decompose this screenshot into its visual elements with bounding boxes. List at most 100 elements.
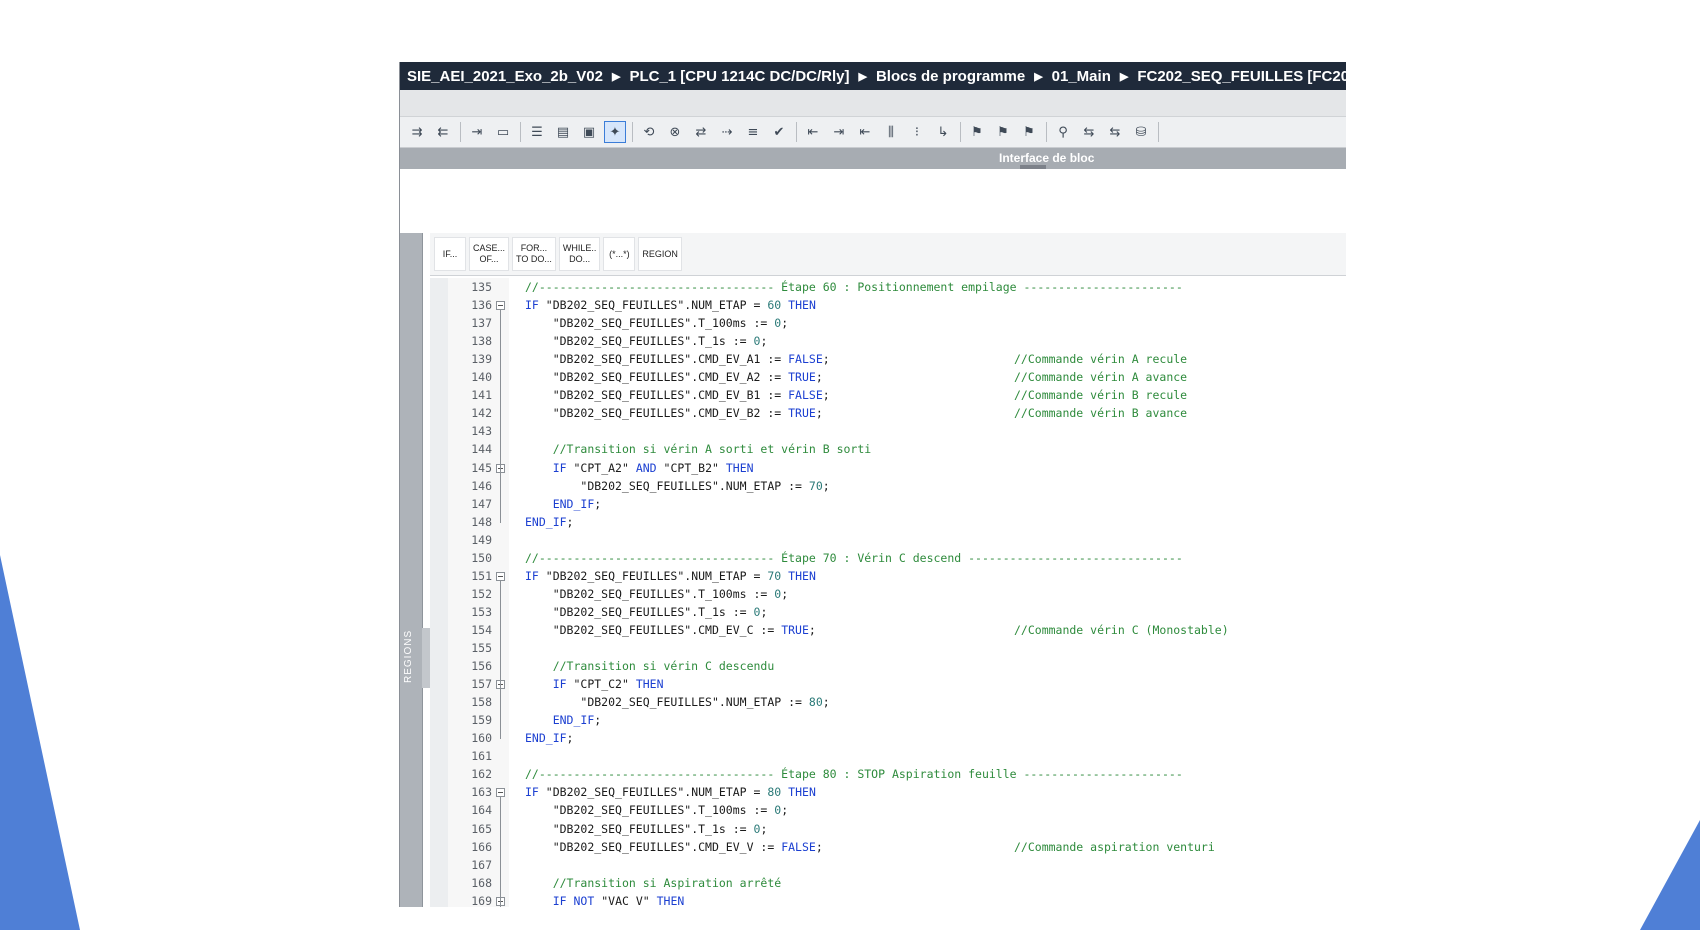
code-line[interactable]: 139 "DB202_SEQ_FEUILLES".CMD_EV_A1 := FA…	[430, 351, 1346, 369]
line-number: 155	[471, 641, 492, 655]
code-text: "DB202_SEQ_FEUILLES".T_1s := 0;	[552, 604, 768, 619]
code-text: END_IF;	[525, 731, 574, 746]
code-line[interactable]: 164 "DB202_SEQ_FEUILLES".T_100ms := 0;	[430, 802, 1346, 820]
scl-code-editor[interactable]: 135 //---------------------------------- …	[430, 278, 1346, 907]
fold-toggle-icon[interactable]	[496, 571, 505, 581]
bookmark-prev-icon[interactable]: ⚑	[992, 121, 1014, 143]
code-line[interactable]: 156 //Transition si vérin C descendu	[430, 658, 1346, 676]
indent-increase-icon[interactable]: ⇥	[828, 121, 850, 143]
breadcrumb: SIE_AEI_2021_Exo_2b_V02 ▶ PLC_1 [CPU 1214C…	[400, 62, 1346, 90]
bookmark-icon[interactable]: ⚑	[966, 121, 988, 143]
line-icon[interactable]: ⁝	[906, 121, 928, 143]
block-interface-bar[interactable]: Interface de bloc	[400, 148, 1346, 169]
code-line[interactable]: 152 "DB202_SEQ_FEUILLES".T_100ms := 0;	[430, 586, 1346, 604]
code-text: "DB202_SEQ_FEUILLES".NUM_ETAP := 80;	[580, 695, 830, 710]
favorites-icon[interactable]: ✦	[604, 121, 626, 143]
code-line[interactable]: 142 "DB202_SEQ_FEUILLES".CMD_EV_B2 := TR…	[430, 405, 1346, 423]
indent-left-icon[interactable]: ⇤	[802, 121, 824, 143]
column-icon[interactable]: ⫼	[880, 121, 902, 143]
code-line[interactable]: 135 //---------------------------------- …	[430, 279, 1346, 297]
code-line[interactable]: 137 "DB202_SEQ_FEUILLES".T_100ms := 0;	[430, 315, 1346, 333]
code-text: IF NOT "VAC_V" THEN	[552, 893, 685, 907]
trace-icon[interactable]: ≡	[742, 121, 764, 143]
code-line[interactable]: 163 IF "DB202_SEQ_FEUILLES".NUM_ETAP = 80…	[430, 784, 1346, 802]
fold-toggle-icon[interactable]	[496, 788, 505, 798]
breakpoint-set-icon[interactable]: ⟲	[638, 121, 660, 143]
indent-decrease-icon[interactable]: ⇤	[854, 121, 876, 143]
code-line[interactable]: 147 END_IF;	[430, 496, 1346, 514]
code-line[interactable]: 153 "DB202_SEQ_FEUILLES".T_1s := 0;	[430, 604, 1346, 622]
line-number: 168	[471, 875, 492, 890]
fold-guide-line	[500, 797, 501, 907]
code-line[interactable]: 143	[430, 423, 1346, 441]
code-line[interactable]: 140 "DB202_SEQ_FEUILLES".CMD_EV_A2 := TR…	[430, 369, 1346, 387]
interface-splitter-handle[interactable]	[1020, 165, 1046, 169]
fold-toggle-icon[interactable]	[496, 301, 505, 311]
snippet-button[interactable]: WHILE.. DO...	[558, 237, 601, 271]
code-line[interactable]: 167	[430, 857, 1346, 875]
code-text: IF "CPT_A2" AND "CPT_B2" THEN	[552, 460, 754, 475]
code-line[interactable]: 166 "DB202_SEQ_FEUILLES".CMD_EV_V := FAL…	[430, 839, 1346, 857]
snippet-button[interactable]: REGION	[638, 237, 682, 271]
code-line[interactable]: 161	[430, 748, 1346, 766]
code-line[interactable]: 136 IF "DB202_SEQ_FEUILLES".NUM_ETAP = 60…	[430, 297, 1346, 315]
code-line[interactable]: 169 IF NOT "VAC_V" THEN	[430, 893, 1346, 907]
delete-network-icon[interactable]: ⇇	[432, 121, 454, 143]
breakpoint-delete-icon[interactable]: ⊗	[664, 121, 686, 143]
breadcrumb-item[interactable]: PLC_1 [CPU 1214C DC/DC/Rly]	[629, 68, 849, 85]
database-icon[interactable]: ⛁	[1130, 121, 1152, 143]
code-line[interactable]: 141 "DB202_SEQ_FEUILLES".CMD_EV_B1 := FA…	[430, 387, 1346, 405]
monitor-icon[interactable]: ▣	[578, 121, 600, 143]
code-text: END_IF;	[552, 496, 602, 511]
code-line[interactable]: 160 END_IF;	[430, 730, 1346, 748]
code-text: "DB202_SEQ_FEUILLES".CMD_EV_V := FALSE;	[552, 839, 823, 854]
regions-panel[interactable]: REGIONS	[400, 233, 423, 907]
code-line[interactable]: 148 END_IF;	[430, 514, 1346, 532]
insert-empty-row-icon[interactable]: ▭	[492, 121, 514, 143]
code-line[interactable]: 162 //---------------------------------- …	[430, 766, 1346, 784]
compare-next-icon[interactable]: ⇆	[1104, 121, 1126, 143]
code-line[interactable]: 138 "DB202_SEQ_FEUILLES".T_1s := 0;	[430, 333, 1346, 351]
code-line[interactable]: 165 "DB202_SEQ_FEUILLES".T_1s := 0;	[430, 821, 1346, 839]
compare-icon[interactable]: ⇆	[1078, 121, 1100, 143]
line-number: 151	[471, 568, 492, 583]
code-line[interactable]: 154 "DB202_SEQ_FEUILLES".CMD_EV_C := TRU…	[430, 622, 1346, 640]
breadcrumb-item[interactable]: FC202_SEQ_FEUILLES [FC202]	[1137, 68, 1346, 85]
regions-collapse-handle[interactable]	[422, 628, 430, 688]
code-line[interactable]: 155	[430, 640, 1346, 658]
insert-row-icon[interactable]: ⇥	[466, 121, 488, 143]
bookmark-next-icon[interactable]: ⚑	[1018, 121, 1040, 143]
code-line[interactable]: 149	[430, 532, 1346, 550]
go-to-icon[interactable]: ⇄	[690, 121, 712, 143]
code-line[interactable]: 150 //---------------------------------- …	[430, 550, 1346, 568]
code-text: "DB202_SEQ_FEUILLES".T_1s := 0;	[552, 334, 768, 349]
line-comment: //Commande vérin A avance	[1014, 370, 1188, 385]
breadcrumb-item[interactable]: SIE_AEI_2021_Exo_2b_V02	[407, 68, 603, 85]
snippet-button[interactable]: IF...	[434, 237, 466, 271]
code-line[interactable]: 151 IF "DB202_SEQ_FEUILLES".NUM_ETAP = 70…	[430, 568, 1346, 586]
breadcrumb-item[interactable]: Blocs de programme	[876, 68, 1025, 85]
breadcrumb-item[interactable]: 01_Main	[1052, 68, 1111, 85]
insert-network-icon[interactable]: ⇉	[406, 121, 428, 143]
code-line[interactable]: 157 IF "CPT_C2" THEN	[430, 676, 1346, 694]
code-line[interactable]: 159 END_IF;	[430, 712, 1346, 730]
wrap-icon[interactable]: ↳	[932, 121, 954, 143]
line-number: 164	[471, 803, 492, 818]
code-line[interactable]: 144 //Transition si vérin A sorti et vér…	[430, 441, 1346, 459]
code-line[interactable]: 146 "DB202_SEQ_FEUILLES".NUM_ETAP := 70;	[430, 478, 1346, 496]
line-number: 165	[471, 821, 492, 836]
step-icon[interactable]: ⇢	[716, 121, 738, 143]
code-text: END_IF;	[525, 514, 574, 529]
code-text: //---------------------------------- Éta…	[525, 767, 1183, 782]
snippet-button[interactable]: FOR... TO DO...	[512, 237, 556, 271]
code-line[interactable]: 158 "DB202_SEQ_FEUILLES".NUM_ETAP := 80;	[430, 694, 1346, 712]
code-line[interactable]: 168 //Transition si Aspiration arrêté	[430, 875, 1346, 893]
snippet-button[interactable]: CASE... OF...	[469, 237, 510, 271]
snippet-button[interactable]: (*...*)	[603, 237, 636, 271]
line-number: 157	[471, 677, 492, 692]
compile-icon[interactable]: ✔	[768, 121, 790, 143]
list-icon[interactable]: ☰	[526, 121, 548, 143]
block-icon[interactable]: ▤	[552, 121, 574, 143]
code-line[interactable]: 145 IF "CPT_A2" AND "CPT_B2" THEN	[430, 460, 1346, 478]
watch-icon[interactable]: ⚲	[1052, 121, 1074, 143]
